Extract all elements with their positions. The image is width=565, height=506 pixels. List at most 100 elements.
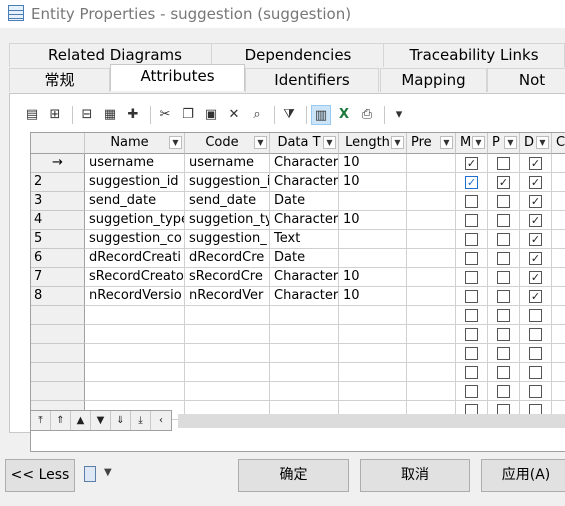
- cell-comment[interactable]: [552, 230, 565, 249]
- cell-type[interactable]: Character: [270, 287, 339, 306]
- row-header[interactable]: 6: [31, 249, 85, 268]
- add-row-icon[interactable]: ⊟: [77, 105, 97, 125]
- cell-comment[interactable]: [552, 154, 565, 173]
- insert-row-icon[interactable]: ⊞: [45, 105, 65, 125]
- attributes-grid[interactable]: Name▼Code▼Data T▼Length▼Pre▼M▼P▼D▼Co→use…: [30, 132, 565, 452]
- primary-key-checkbox[interactable]: [497, 195, 510, 208]
- empty-checkbox[interactable]: [465, 328, 478, 341]
- apply-button[interactable]: 应用(A): [481, 459, 565, 492]
- empty-cell[interactable]: [85, 382, 185, 401]
- column-header-data-t[interactable]: Data T ▼: [270, 133, 339, 154]
- column-header-m[interactable]: M ▼: [456, 133, 488, 154]
- empty-cell[interactable]: [339, 382, 407, 401]
- row-header[interactable]: 8: [31, 287, 85, 306]
- tab-mapping[interactable]: Mapping: [380, 68, 487, 92]
- empty-cell[interactable]: [407, 363, 456, 382]
- row-header[interactable]: [31, 344, 85, 363]
- tab-not[interactable]: Not: [487, 68, 565, 92]
- cell-length[interactable]: 10: [339, 211, 407, 230]
- cell-type[interactable]: Character: [270, 211, 339, 230]
- displayed-checkbox[interactable]: ✓: [529, 214, 542, 227]
- primary-key-checkbox[interactable]: [497, 157, 510, 170]
- mandatory-checkbox[interactable]: [465, 271, 478, 284]
- displayed-checkbox[interactable]: ✓: [529, 233, 542, 246]
- cell-code[interactable]: username: [185, 154, 270, 173]
- empty-cell[interactable]: [185, 306, 270, 325]
- move-top-icon[interactable]: ⤒: [31, 411, 51, 430]
- cell-name[interactable]: suggestion_co: [85, 230, 185, 249]
- move-page-down-icon[interactable]: ⇓: [111, 411, 131, 430]
- cell-length[interactable]: [339, 192, 407, 211]
- displayed-checkbox[interactable]: ✓: [529, 271, 542, 284]
- cell-length[interactable]: 10: [339, 173, 407, 192]
- cell-name[interactable]: dRecordCreati: [85, 249, 185, 268]
- row-header[interactable]: 4: [31, 211, 85, 230]
- cell-type[interactable]: Date: [270, 192, 339, 211]
- empty-cell[interactable]: [270, 306, 339, 325]
- cell-code[interactable]: dRecordCre: [185, 249, 270, 268]
- options-menu-button[interactable]: ▼: [82, 466, 118, 486]
- cell-code[interactable]: suggestion_i: [185, 173, 270, 192]
- empty-checkbox[interactable]: [529, 309, 542, 322]
- tab-identifiers[interactable]: Identifiers: [245, 68, 379, 92]
- cell-pre[interactable]: [407, 230, 456, 249]
- cell-comment[interactable]: [552, 192, 565, 211]
- tab-general[interactable]: 常规: [9, 68, 110, 92]
- cell-comment[interactable]: [552, 249, 565, 268]
- cell-comment[interactable]: [552, 211, 565, 230]
- cell-length[interactable]: [339, 249, 407, 268]
- empty-cell[interactable]: [339, 344, 407, 363]
- empty-checkbox[interactable]: [465, 309, 478, 322]
- chevron-down-icon[interactable]: ▼: [323, 136, 336, 149]
- chevron-down-icon[interactable]: ▼: [169, 136, 182, 149]
- move-bottom-icon[interactable]: ⤓: [131, 411, 151, 430]
- cell-pre[interactable]: [407, 249, 456, 268]
- empty-cell[interactable]: [185, 382, 270, 401]
- empty-checkbox[interactable]: [497, 347, 510, 360]
- row-header[interactable]: [31, 306, 85, 325]
- cell-length[interactable]: 10: [339, 287, 407, 306]
- add-attribute-icon[interactable]: ▦: [100, 105, 120, 125]
- empty-cell[interactable]: [185, 363, 270, 382]
- empty-cell[interactable]: [552, 344, 565, 363]
- column-header-co[interactable]: Co: [552, 133, 565, 154]
- new-item-icon[interactable]: ✚: [123, 105, 143, 125]
- move-page-up-icon[interactable]: ⇑: [51, 411, 71, 430]
- tab-traceability-links[interactable]: Traceability Links: [383, 43, 565, 67]
- mandatory-checkbox[interactable]: [465, 214, 478, 227]
- ok-button[interactable]: 确定: [238, 459, 349, 492]
- empty-cell[interactable]: [85, 344, 185, 363]
- find-icon[interactable]: ⌕: [247, 105, 267, 125]
- primary-key-checkbox[interactable]: [497, 214, 510, 227]
- row-header[interactable]: 5: [31, 230, 85, 249]
- cell-length[interactable]: 10: [339, 268, 407, 287]
- displayed-checkbox[interactable]: ✓: [529, 176, 542, 189]
- row-header[interactable]: 2: [31, 173, 85, 192]
- delete-icon[interactable]: ✕: [224, 105, 244, 125]
- column-header-d[interactable]: D ▼: [520, 133, 552, 154]
- mandatory-checkbox[interactable]: [465, 195, 478, 208]
- cell-code[interactable]: suggestion_: [185, 230, 270, 249]
- empty-checkbox[interactable]: [529, 385, 542, 398]
- primary-key-checkbox[interactable]: [497, 233, 510, 246]
- cell-pre[interactable]: [407, 173, 456, 192]
- move-up-icon[interactable]: ▲: [71, 411, 91, 430]
- cell-type[interactable]: Character: [270, 173, 339, 192]
- cell-pre[interactable]: [407, 154, 456, 173]
- empty-checkbox[interactable]: [465, 347, 478, 360]
- row-header[interactable]: [31, 325, 85, 344]
- chevron-down-icon[interactable]: ▼: [440, 136, 453, 149]
- cell-type[interactable]: Character: [270, 268, 339, 287]
- chevron-down-icon[interactable]: ▼: [536, 136, 549, 149]
- empty-cell[interactable]: [270, 363, 339, 382]
- cell-code[interactable]: send_date: [185, 192, 270, 211]
- print-icon[interactable]: ⎙: [357, 105, 377, 125]
- primary-key-checkbox[interactable]: ✓: [497, 176, 510, 189]
- empty-checkbox[interactable]: [465, 385, 478, 398]
- cut-icon[interactable]: ✂: [155, 105, 175, 125]
- chevron-down-icon[interactable]: ▼: [254, 136, 267, 149]
- mandatory-checkbox[interactable]: [465, 252, 478, 265]
- empty-cell[interactable]: [85, 363, 185, 382]
- cell-name[interactable]: suggestion_id: [85, 173, 185, 192]
- cell-type[interactable]: Date: [270, 249, 339, 268]
